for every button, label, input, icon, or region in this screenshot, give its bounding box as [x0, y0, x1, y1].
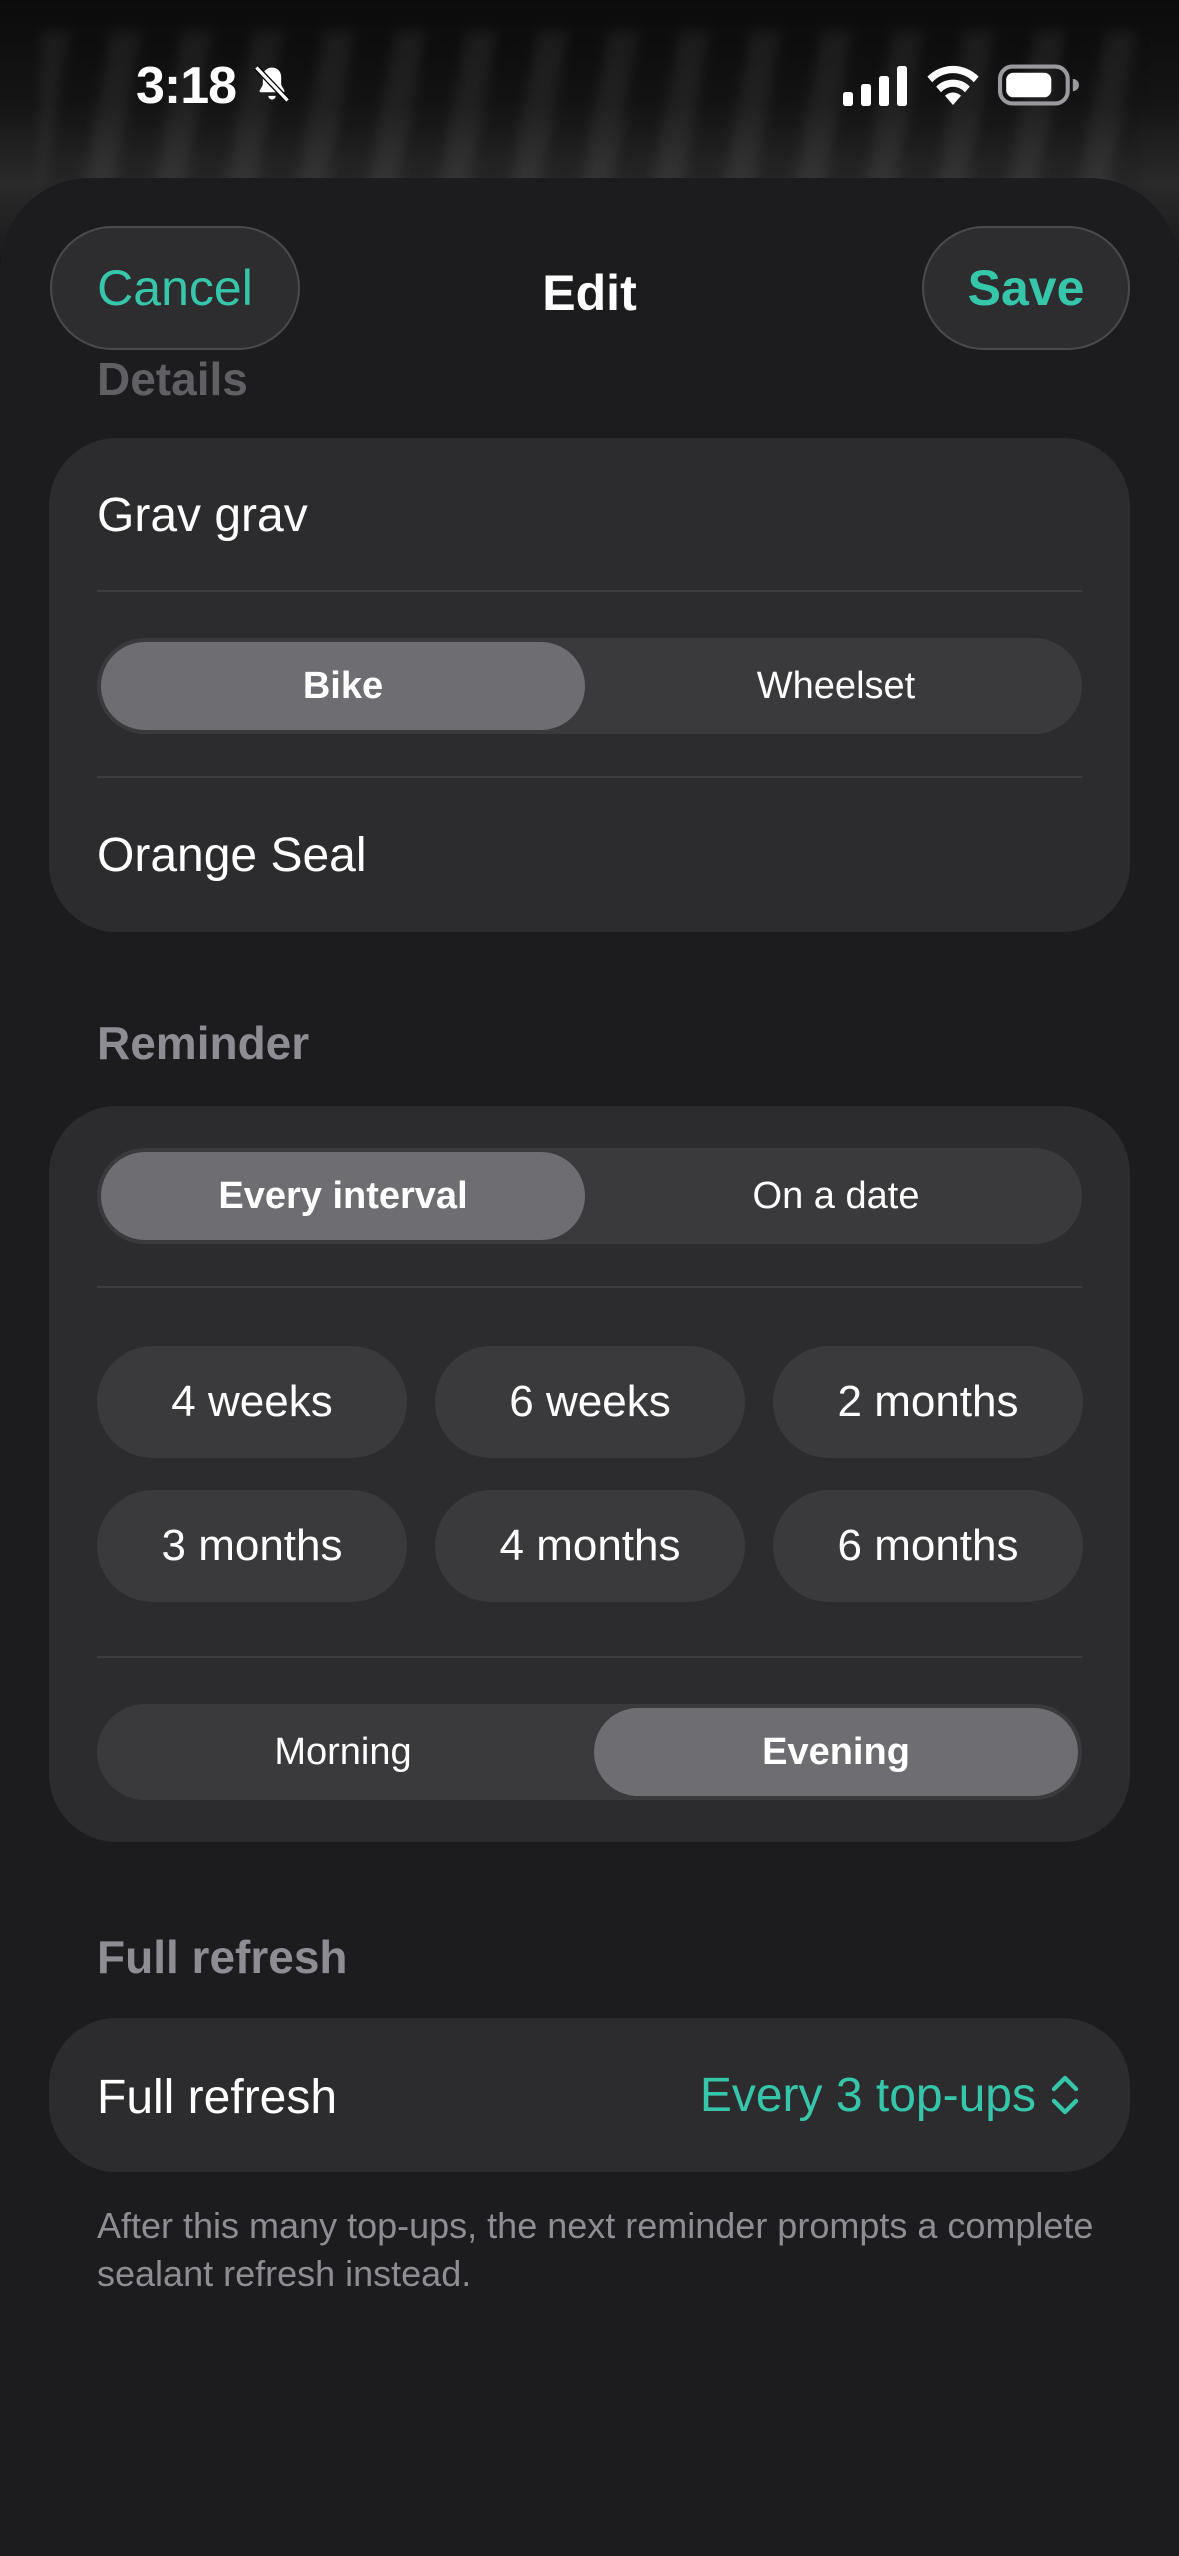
type-segmented-control: Bike Wheelset: [97, 638, 1082, 734]
status-bar: 3:18: [0, 0, 1179, 175]
interval-chip-3-months[interactable]: 3 months: [97, 1490, 407, 1602]
divider: [97, 776, 1082, 778]
edit-sheet: Cancel Edit Save Details Grav grav Bike …: [0, 178, 1179, 2556]
interval-chip-4-months[interactable]: 4 months: [435, 1490, 745, 1602]
status-time: 3:18: [136, 57, 237, 115]
save-button[interactable]: Save: [922, 226, 1130, 350]
interval-chip-6-months[interactable]: 6 months: [773, 1490, 1083, 1602]
full-refresh-value: Every 3 top-ups: [699, 2068, 1036, 2122]
divider: [97, 1286, 1082, 1288]
full-refresh-card[interactable]: Full refresh Every 3 top-ups: [49, 2018, 1130, 2172]
segment-bike[interactable]: Bike: [101, 642, 585, 730]
full-refresh-row-label: Full refresh: [97, 2071, 338, 2124]
sealant-field[interactable]: Orange Seal: [97, 828, 367, 883]
nav-bar: Cancel Edit Save: [0, 178, 1179, 368]
full-refresh-footnote: After this many top-ups, the next remind…: [97, 2205, 1094, 2294]
segment-evening[interactable]: Evening: [594, 1708, 1078, 1796]
reminder-section-label: Reminder: [97, 1017, 310, 1069]
wifi-icon: [927, 65, 979, 105]
full-refresh-section-label: Full refresh: [97, 1931, 348, 1983]
cellular-signal-icon: [843, 66, 907, 106]
time-of-day-segmented-control: Morning Evening: [97, 1704, 1082, 1800]
segment-wheelset[interactable]: Wheelset: [594, 642, 1078, 730]
reminder-mode-segmented-control: Every interval On a date: [97, 1148, 1082, 1244]
chevron-up-down-icon: [1051, 2075, 1079, 2115]
divider: [97, 1656, 1082, 1658]
divider: [97, 590, 1082, 592]
full-refresh-picker[interactable]: Every 3 top-ups: [700, 2018, 1080, 2172]
segment-on-a-date[interactable]: On a date: [594, 1152, 1078, 1240]
details-card: Grav grav Bike Wheelset Orange Seal: [49, 438, 1130, 932]
interval-chip-4-weeks[interactable]: 4 weeks: [97, 1346, 407, 1458]
battery-icon: [998, 64, 1079, 106]
segment-every-interval[interactable]: Every interval: [101, 1152, 585, 1240]
reminder-card: Every interval On a date 4 weeks 6 weeks…: [49, 1106, 1130, 1842]
name-field[interactable]: Grav grav: [97, 488, 308, 543]
interval-chip-2-months[interactable]: 2 months: [773, 1346, 1083, 1458]
interval-chip-6-weeks[interactable]: 6 weeks: [435, 1346, 745, 1458]
segment-morning[interactable]: Morning: [101, 1708, 585, 1796]
bell-slash-icon: [254, 65, 290, 103]
